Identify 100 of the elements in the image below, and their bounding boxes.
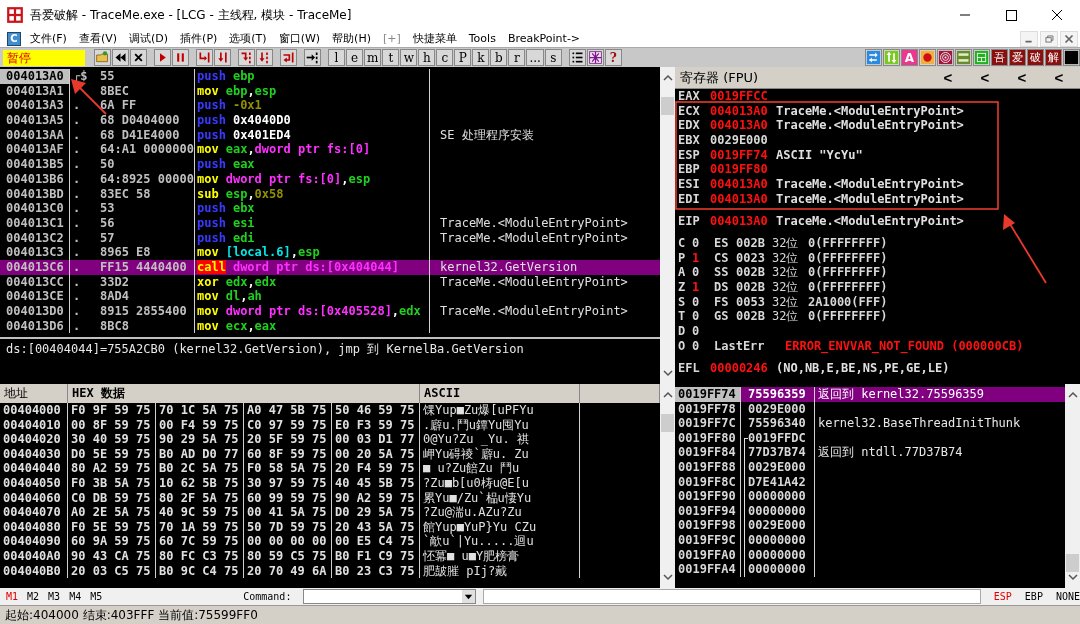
menu-item[interactable]: 快捷菜单: [412, 31, 457, 46]
menu-item[interactable]: 插件(P): [180, 31, 218, 46]
menu-item[interactable]: Tools: [468, 32, 496, 45]
toolbar-button[interactable]: h: [418, 49, 436, 66]
toolbar-button[interactable]: 爱: [1009, 49, 1026, 66]
toolbar-button[interactable]: b: [490, 49, 508, 66]
flag-value[interactable]: 0: [692, 309, 714, 325]
toolbar-button[interactable]: r: [508, 49, 526, 66]
stack-mode-tab[interactable]: NONE: [1055, 591, 1080, 602]
menu-item[interactable]: 窗口(W): [278, 31, 321, 46]
menu-item[interactable]: BreakPoint->: [507, 32, 581, 45]
goto-icon[interactable]: [304, 49, 321, 66]
scroll-down-icon[interactable]: [1066, 572, 1079, 582]
toolbar-button[interactable]: k: [472, 49, 490, 66]
memory-tab[interactable]: M2: [27, 591, 40, 602]
toolbar-button[interactable]: 吾: [991, 49, 1008, 66]
scroll-thumb[interactable]: [1066, 554, 1079, 572]
register-value[interactable]: 004013A0: [710, 118, 776, 134]
scrollbar[interactable]: [660, 384, 675, 588]
toolbar-button[interactable]: A: [901, 49, 918, 66]
arrow-button[interactable]: <: [932, 68, 964, 87]
scrollbar[interactable]: [660, 67, 675, 384]
scrollbar[interactable]: [1065, 384, 1080, 588]
stack-row[interactable]: 0019FF74 75596359 返回到 kernel32.75596359: [675, 387, 1065, 402]
memory-tab[interactable]: M4: [69, 591, 82, 602]
toolbar-button[interactable]: 解: [1045, 49, 1062, 66]
close-icon[interactable]: [130, 49, 147, 66]
menu-item[interactable]: 选项(T): [229, 31, 267, 46]
memory-tab[interactable]: M5: [90, 591, 103, 602]
swap-icon[interactable]: [865, 49, 882, 66]
register-value[interactable]: 0029E000: [710, 133, 776, 148]
step-over-icon[interactable]: [214, 49, 231, 66]
list-icon[interactable]: [568, 49, 586, 66]
trace-into-icon[interactable]: [238, 49, 255, 66]
toolbar-button[interactable]: l: [328, 49, 345, 66]
target-icon[interactable]: [937, 49, 954, 66]
toolbar-button[interactable]: ...: [526, 49, 544, 66]
toolbar-button[interactable]: e: [346, 49, 363, 66]
scroll-up-icon[interactable]: [661, 73, 674, 83]
column-header[interactable]: 地址: [0, 384, 68, 403]
flag-value[interactable]: 1: [692, 250, 714, 266]
scroll-up-icon[interactable]: [1066, 390, 1079, 400]
trace-over-icon[interactable]: [256, 49, 273, 66]
memory-tab[interactable]: M3: [48, 591, 61, 602]
scroll-down-icon[interactable]: [661, 368, 674, 378]
rewind-icon[interactable]: [112, 49, 129, 66]
toolbar-button[interactable]: t: [382, 49, 400, 66]
command-field[interactable]: [303, 589, 476, 604]
restore-icon[interactable]: [1040, 30, 1058, 47]
up-down-icon[interactable]: [883, 49, 900, 66]
menu-item[interactable]: 调试(D): [129, 31, 169, 46]
stack-mode-tab[interactable]: EBP: [1024, 591, 1043, 602]
scroll-thumb[interactable]: [661, 414, 674, 432]
flag-value[interactable]: 0: [692, 294, 714, 310]
register-value[interactable]: 004013A0: [710, 103, 776, 119]
flag-value[interactable]: 0: [692, 324, 714, 339]
play-icon[interactable]: [154, 49, 171, 66]
flag-value[interactable]: 0: [692, 338, 714, 354]
toolbar-button[interactable]: c: [436, 49, 454, 66]
window-icon[interactable]: [973, 49, 990, 66]
segment-selector: 002B: [736, 235, 766, 251]
grid-icon[interactable]: [586, 49, 604, 66]
toolbar-button[interactable]: P: [454, 49, 472, 66]
register-value[interactable]: 004013A0: [710, 177, 776, 192]
square-icon[interactable]: [1063, 49, 1080, 66]
column-header[interactable]: HEX 数据: [68, 384, 420, 403]
scroll-up-icon[interactable]: [661, 390, 674, 400]
flag-value[interactable]: 0: [692, 265, 714, 281]
menu-item[interactable]: 帮助(H): [332, 31, 371, 46]
toolbar-button[interactable]: s: [544, 49, 562, 66]
register-value[interactable]: 0019FF74: [710, 147, 776, 163]
panel-title: 寄存器 (FPU): [680, 68, 759, 87]
record-icon[interactable]: [919, 49, 936, 66]
input-field[interactable]: [482, 589, 981, 604]
menu-item[interactable]: 文件(F): [30, 31, 67, 46]
toolbar-button[interactable]: w: [400, 49, 418, 66]
register-value[interactable]: 0019FFCC: [710, 89, 776, 104]
register-comment: TraceMe.<ModuleEntryPoint>: [776, 177, 964, 192]
flag-value[interactable]: 0: [692, 235, 714, 251]
binary-icon[interactable]: [955, 49, 972, 66]
column-header[interactable]: ASCII: [420, 384, 580, 403]
pause-icon[interactable]: [172, 49, 189, 66]
return-icon[interactable]: [280, 49, 297, 66]
arrow-button[interactable]: <: [1006, 68, 1038, 87]
stack-mode-tab[interactable]: ESP: [993, 591, 1012, 602]
register-value[interactable]: 0019FF80: [710, 162, 776, 178]
menu-item[interactable]: 查看(V): [78, 31, 118, 46]
step-into-icon[interactable]: [196, 49, 213, 66]
register-value[interactable]: 00000246: [710, 360, 776, 376]
scroll-down-icon[interactable]: [661, 572, 674, 582]
memory-tab[interactable]: M1: [6, 591, 19, 602]
toolbar-button[interactable]: m: [364, 49, 382, 66]
register-value[interactable]: 004013A0: [710, 191, 776, 207]
toolbar-button[interactable]: 破: [1027, 49, 1044, 66]
arrow-button[interactable]: <: [1043, 68, 1075, 87]
arrow-button[interactable]: <: [969, 68, 1001, 87]
flag-value[interactable]: 1: [692, 280, 714, 295]
help-button[interactable]: ?: [604, 49, 622, 66]
register-value[interactable]: 004013A0: [710, 213, 776, 229]
scroll-thumb[interactable]: [661, 97, 674, 115]
